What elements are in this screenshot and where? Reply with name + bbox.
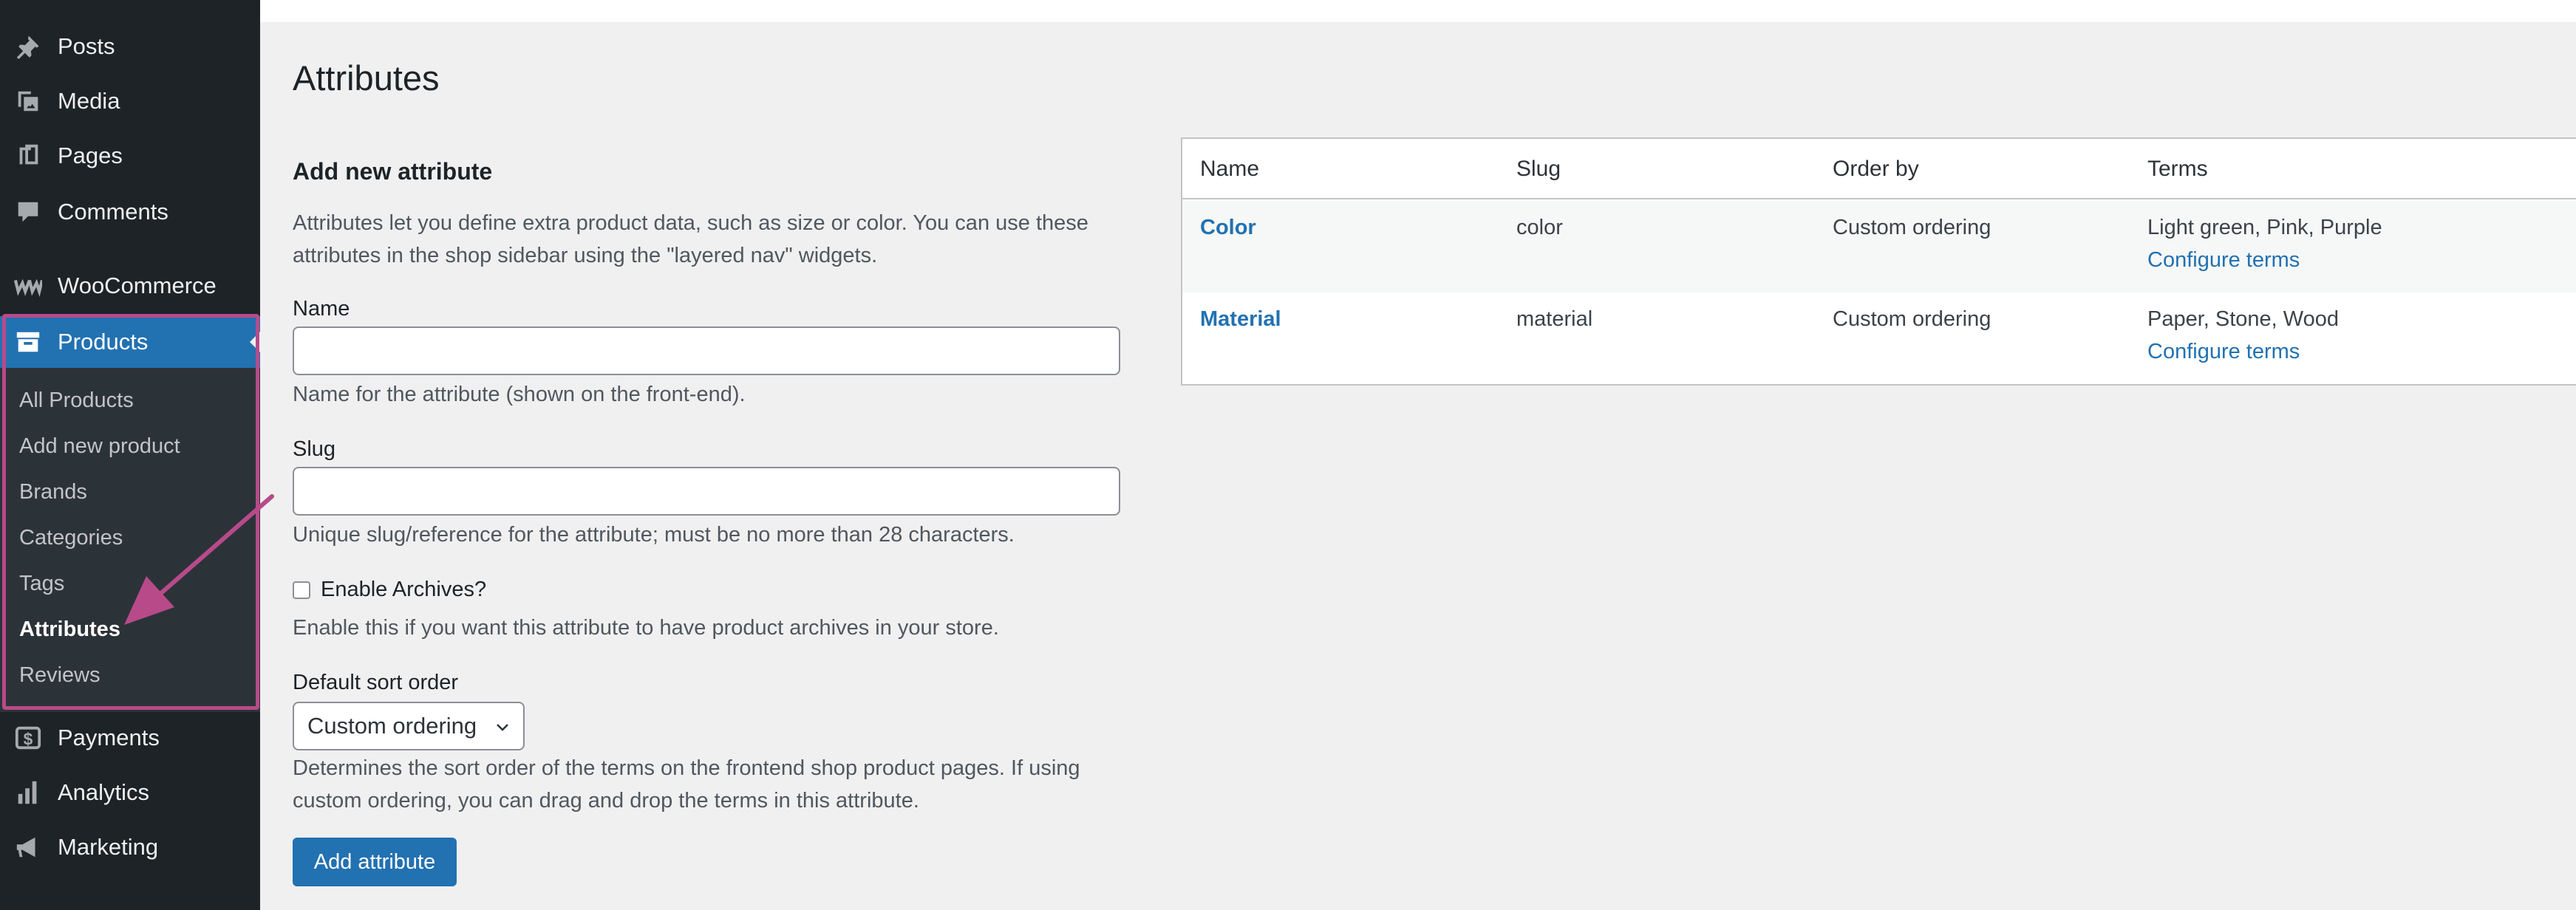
menu-item-payments[interactable]: $ Payments bbox=[0, 712, 260, 764]
media-icon bbox=[12, 86, 44, 116]
pages-icon bbox=[12, 141, 44, 171]
attribute-terms: Light green, Pink, Purple bbox=[2147, 216, 2382, 239]
submenu-item-brands[interactable]: Brands bbox=[19, 480, 87, 504]
column-header-name[interactable]: Name bbox=[1200, 157, 1259, 182]
name-input[interactable] bbox=[293, 326, 1120, 375]
attribute-name-link[interactable]: Material bbox=[1200, 307, 1281, 332]
dollar-icon: $ bbox=[12, 723, 44, 753]
table-row: Material material Custom ordering Paper,… bbox=[1182, 292, 2576, 384]
add-attribute-button[interactable]: Add attribute bbox=[293, 838, 457, 886]
attribute-slug: material bbox=[1516, 307, 1593, 331]
sort-order-select[interactable]: Custom ordering bbox=[293, 702, 525, 750]
menu-label-media: Media bbox=[58, 88, 120, 114]
sort-order-label: Default sort order bbox=[293, 671, 459, 694]
attribute-slug: color bbox=[1516, 216, 1563, 239]
menu-item-analytics[interactable]: Analytics bbox=[0, 767, 260, 818]
form-heading: Add new attribute bbox=[293, 158, 493, 185]
menu-label-posts: Posts bbox=[58, 33, 115, 59]
menu-label-analytics: Analytics bbox=[58, 779, 150, 805]
submenu-item-reviews[interactable]: Reviews bbox=[19, 663, 100, 688]
column-header-order-by[interactable]: Order by bbox=[1833, 157, 1919, 182]
top-bar bbox=[260, 0, 2576, 22]
admin-sidebar: Posts Media Pages Comments WooCommerce P… bbox=[0, 0, 260, 910]
menu-label-products: Products bbox=[58, 329, 149, 355]
sort-order-help-text: Determines the sort order of the terms o… bbox=[293, 756, 1080, 812]
column-header-terms[interactable]: Terms bbox=[2147, 157, 2208, 182]
attribute-terms: Paper, Stone, Wood bbox=[2147, 307, 2340, 331]
menu-label-pages: Pages bbox=[58, 143, 123, 168]
menu-label-marketing: Marketing bbox=[58, 834, 159, 860]
bar-chart-icon bbox=[12, 778, 44, 807]
column-header-slug[interactable]: Slug bbox=[1516, 157, 1561, 182]
table-header: Name Slug Order by Terms bbox=[1182, 139, 2576, 199]
form-description: Attributes let you define extra product … bbox=[293, 211, 1088, 267]
menu-item-products[interactable]: Products bbox=[0, 316, 260, 368]
comment-bubble-icon bbox=[12, 197, 44, 227]
attribute-order-by: Custom ordering bbox=[1833, 307, 1991, 331]
menu-item-marketing[interactable]: Marketing bbox=[0, 821, 260, 873]
pushpin-icon bbox=[12, 32, 44, 61]
menu-item-woocommerce[interactable]: WooCommerce bbox=[0, 260, 260, 312]
svg-text:$: $ bbox=[24, 730, 33, 749]
menu-item-comments[interactable]: Comments bbox=[0, 186, 260, 238]
submenu-item-attributes[interactable]: Attributes bbox=[19, 618, 120, 642]
menu-item-posts[interactable]: Posts bbox=[0, 21, 260, 72]
menu-label-comments: Comments bbox=[58, 199, 168, 225]
current-menu-indicator bbox=[250, 332, 260, 352]
enable-archives-row[interactable]: Enable Archives? bbox=[293, 578, 486, 602]
attribute-name-link[interactable]: Color bbox=[1200, 216, 1256, 240]
submenu-item-all-products[interactable]: All Products bbox=[19, 389, 134, 413]
megaphone-icon bbox=[12, 832, 44, 862]
menu-item-pages[interactable]: Pages bbox=[0, 130, 260, 182]
submenu-item-add-new-product[interactable]: Add new product bbox=[19, 434, 180, 459]
table-row: Color color Custom ordering Light green,… bbox=[1182, 201, 2576, 292]
name-help-text: Name for the attribute (shown on the fro… bbox=[293, 383, 746, 406]
woocommerce-logo-icon bbox=[12, 271, 44, 301]
slug-label: Slug bbox=[293, 437, 336, 461]
attribute-order-by: Custom ordering bbox=[1833, 216, 1991, 239]
enable-archives-checkbox[interactable] bbox=[293, 581, 310, 599]
products-submenu: All Products Add new product Brands Cate… bbox=[0, 368, 260, 712]
chevron-down-icon bbox=[497, 724, 508, 731]
menu-label-woocommerce: WooCommerce bbox=[58, 273, 217, 298]
menu-label-payments: Payments bbox=[58, 725, 160, 750]
slug-input[interactable] bbox=[293, 467, 1120, 516]
archives-help-text: Enable this if you want this attribute t… bbox=[293, 616, 999, 640]
slug-help-text: Unique slug/reference for the attribute;… bbox=[293, 523, 1015, 547]
menu-item-media[interactable]: Media bbox=[0, 75, 260, 127]
archive-box-icon bbox=[12, 327, 44, 357]
sort-order-value: Custom ordering bbox=[307, 713, 477, 739]
enable-archives-label: Enable Archives? bbox=[321, 578, 487, 601]
configure-terms-link[interactable]: Configure terms bbox=[2147, 248, 2300, 273]
configure-terms-link[interactable]: Configure terms bbox=[2147, 340, 2300, 364]
page-title: Attributes bbox=[293, 58, 440, 98]
submenu-item-tags[interactable]: Tags bbox=[19, 572, 64, 596]
submenu-item-categories[interactable]: Categories bbox=[19, 526, 123, 550]
attributes-table: Name Slug Order by Terms Color color Cus… bbox=[1181, 137, 2576, 386]
name-label: Name bbox=[293, 297, 350, 321]
